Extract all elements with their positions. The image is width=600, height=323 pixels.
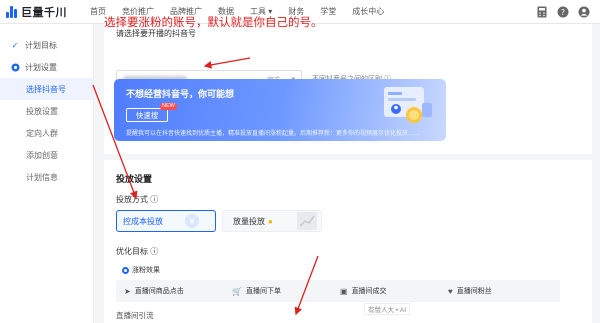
red-annotation-text: 选择要涨粉的账号，默认就是你自己的号。 bbox=[104, 17, 323, 29]
trend-chart-icon bbox=[297, 212, 317, 230]
volume-option[interactable]: 放量投放 ● bbox=[222, 210, 322, 232]
sidebar-sub-creative[interactable]: 添加创意 bbox=[0, 144, 93, 166]
goal-label: 直播间粉丝 bbox=[456, 288, 492, 295]
quick-search-button[interactable]: 快速搜 bbox=[126, 108, 168, 122]
top-icons: ? bbox=[535, 5, 590, 18]
fan-icon: ♥ bbox=[448, 286, 453, 296]
volume-label: 放量投放 bbox=[233, 216, 265, 226]
goal-label: 直播间成交 bbox=[351, 288, 387, 295]
sidebar-sub-delivery-settings[interactable]: 投放设置 bbox=[0, 100, 93, 122]
cursor-icon: ➤ bbox=[124, 286, 131, 296]
goal-order[interactable]: 🛒 直播间下单 bbox=[224, 280, 338, 302]
delivery-settings-card: 投放设置 投放方式 ⓘ 控成本投放 ¥ 放量投放 ● 优化目标 ⓘ 涨粉效果 ➤… bbox=[104, 160, 592, 323]
follower-radio[interactable]: 涨粉效果 bbox=[122, 265, 160, 275]
step-current-icon bbox=[10, 63, 20, 72]
goal-label: 直播间下单 bbox=[245, 288, 281, 295]
sidebar-sub-plan-info[interactable]: 计划信息 bbox=[0, 166, 93, 188]
radio-checked-icon bbox=[122, 266, 129, 274]
cart-icon: 🛒 bbox=[232, 286, 242, 296]
promo-banner: 不想经营抖音号，你可能想 快速搜 NEW 提醒我可以在抖音快速找到优质主播，精准… bbox=[114, 79, 446, 141]
cost-control-option[interactable]: 控成本投放 ¥ bbox=[116, 210, 216, 232]
sidebar-item-plan-goal[interactable]: ✓ 计划目标 bbox=[0, 34, 93, 56]
section-title: 投放设置 bbox=[116, 174, 153, 184]
calculator-icon[interactable] bbox=[535, 5, 548, 18]
banner-title: 不想经营抖音号，你可能想 bbox=[126, 89, 235, 99]
user-icon[interactable] bbox=[577, 5, 590, 18]
watermark: 有赞人大 • AI bbox=[364, 303, 411, 315]
info-icon: ⓘ bbox=[150, 247, 159, 256]
goal-label: 直播间商品点击 bbox=[134, 288, 184, 295]
goal-fans[interactable]: ♥ 直播间粉丝 bbox=[440, 280, 560, 302]
delivery-mode-label-text: 投放方式 bbox=[116, 195, 148, 204]
sidebar-item-plan-settings[interactable]: 计划设置 bbox=[0, 56, 93, 78]
sidebar: ✓ 计划目标 计划设置 选择抖音号 投放设置 定向人群 添加创意 计划信息 bbox=[0, 24, 94, 323]
sidebar-sub-select-account[interactable]: 选择抖音号 bbox=[0, 78, 93, 100]
bulb-icon: ● bbox=[268, 216, 273, 226]
logo-text: 巨量千川 bbox=[21, 6, 67, 19]
sidebar-item-label: 计划设置 bbox=[25, 62, 57, 72]
more-section-label: 直播间引流 bbox=[116, 311, 154, 320]
svg-text:?: ? bbox=[560, 7, 564, 16]
yuan-icon: ¥ bbox=[185, 214, 199, 228]
nav-growth[interactable]: 成长中心 bbox=[352, 6, 384, 17]
goal-deal[interactable]: ▣ 直播间成交 bbox=[332, 280, 446, 302]
new-badge: NEW bbox=[160, 103, 177, 110]
help-icon[interactable]: ? bbox=[556, 5, 569, 18]
sidebar-item-label: 计划目标 bbox=[25, 40, 57, 50]
goal-product-click[interactable]: ➤ 直播间商品点击 bbox=[116, 280, 230, 302]
info-icon: ⓘ bbox=[150, 195, 159, 204]
nav-academy[interactable]: 学堂 bbox=[320, 6, 336, 17]
bag-icon: ▣ bbox=[340, 286, 348, 296]
delivery-mode-label: 投放方式 ⓘ bbox=[116, 194, 158, 205]
check-icon: ✓ bbox=[11, 40, 19, 50]
cost-control-label: 控成本投放 bbox=[123, 216, 163, 226]
logo-icon bbox=[6, 5, 17, 18]
optimize-goal-label-text: 优化目标 bbox=[116, 247, 148, 256]
logo[interactable]: 巨量千川 bbox=[6, 4, 70, 20]
banner-description: 提醒我可以在抖音快速找到优质主播，精准投放直播间涨粉起量。后期推荐新：更多你的视… bbox=[126, 131, 421, 137]
sidebar-sub-targeting[interactable]: 定向人群 bbox=[0, 122, 93, 144]
optimize-goal-label: 优化目标 ⓘ bbox=[116, 246, 158, 257]
follower-radio-label: 涨粉效果 bbox=[132, 267, 160, 274]
banner-illustration-icon bbox=[384, 87, 432, 123]
account-card: 请选择要开播的抖音号 官方 ▾ 不同抖音号之间的区别 ⓘ 不想经营抖音号，你可能… bbox=[104, 24, 592, 154]
